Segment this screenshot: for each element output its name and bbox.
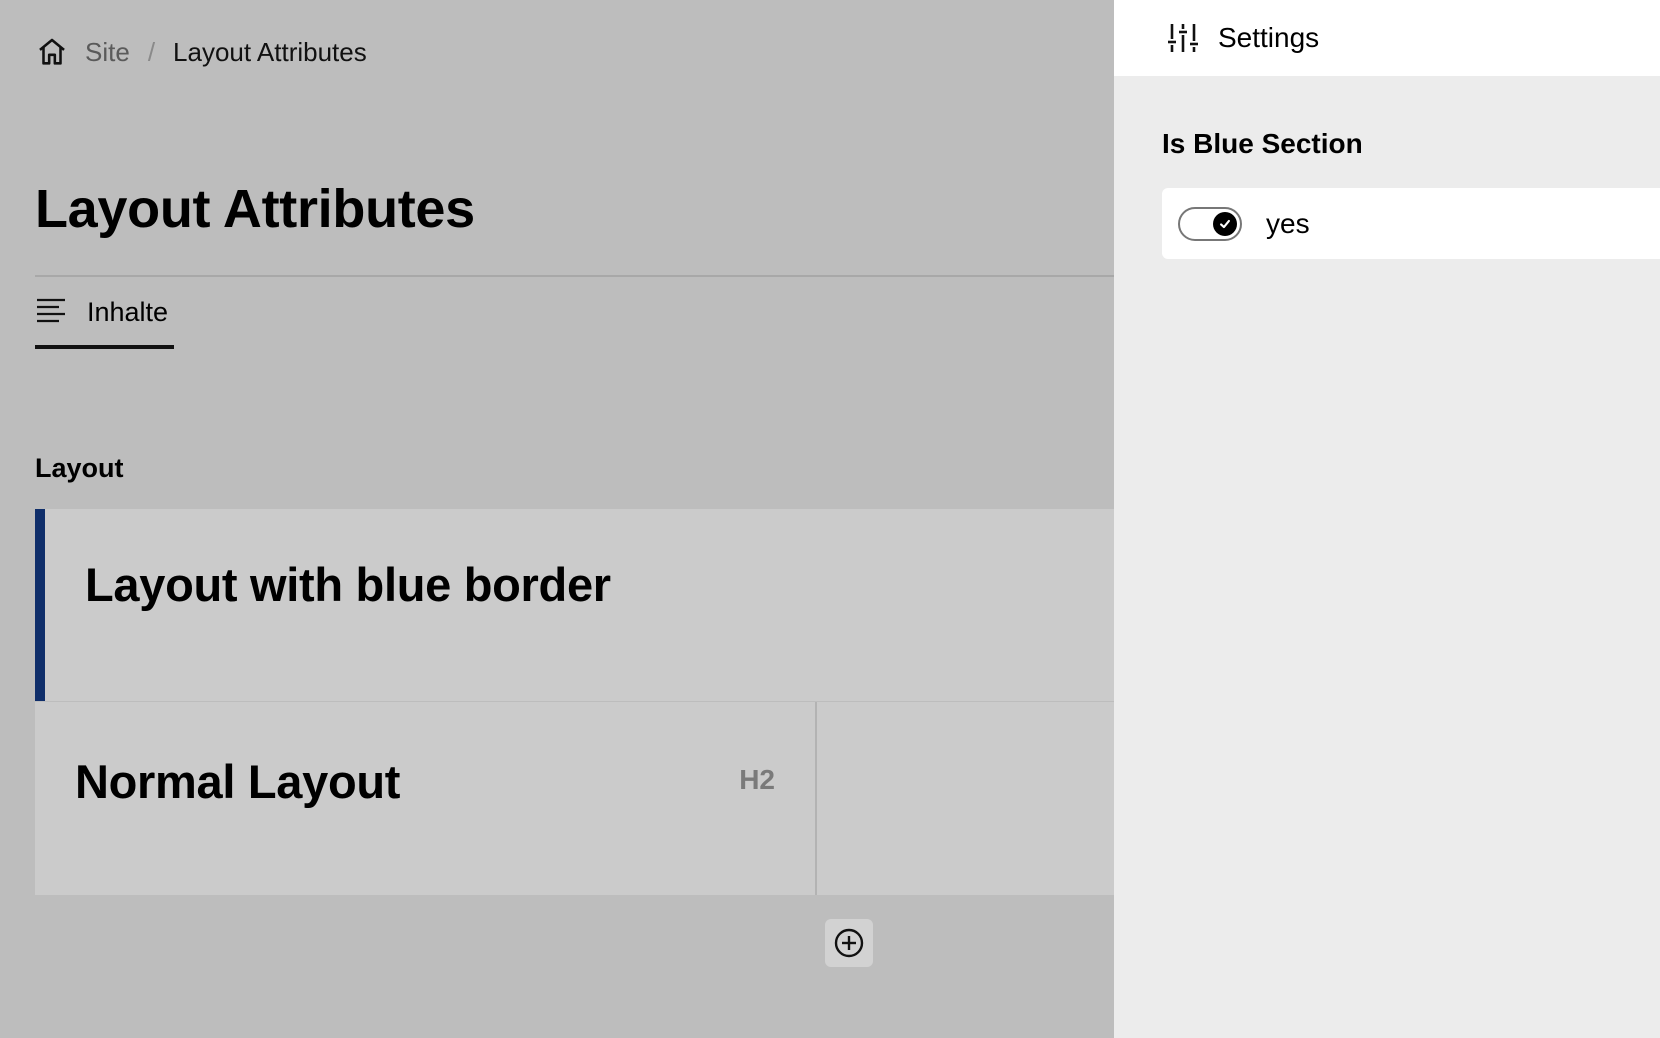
layout-blue-border[interactable]: Layout with blue border — [35, 509, 1114, 701]
breadcrumb: Site / Layout Attributes — [35, 30, 367, 74]
plus-circle-icon — [834, 928, 864, 958]
breadcrumb-separator: / — [147, 36, 156, 67]
add-layout-button[interactable] — [825, 919, 873, 967]
sliders-icon — [1166, 21, 1200, 55]
breadcrumb-site-link[interactable]: Site — [85, 37, 130, 68]
tab-inhalte[interactable]: Inhalte — [35, 292, 168, 350]
layout-heading[interactable]: Layout with blue border — [85, 557, 611, 612]
breadcrumb-current-page[interactable]: Layout Attributes — [173, 37, 367, 68]
text-lines-icon — [35, 295, 67, 327]
block-type-badge: H2 — [739, 764, 775, 795]
home-icon[interactable] — [35, 35, 69, 69]
main-panel: Site / Layout Attributes Layout Attribut… — [0, 0, 1114, 1038]
layout-section-label: Layout — [35, 453, 124, 483]
is-blue-section-toggle[interactable] — [1178, 206, 1242, 241]
layout-heading[interactable]: Normal Layout — [75, 754, 400, 809]
drawer-header: Settings — [1114, 0, 1660, 76]
drawer-title: Settings — [1218, 22, 1320, 53]
layout-column[interactable]: Normal Layout H2 — [35, 702, 817, 895]
layout-normal[interactable]: Normal Layout H2 — [35, 702, 1114, 895]
toggle-knob — [1213, 211, 1237, 236]
is-blue-section-field[interactable]: yes — [1162, 188, 1660, 259]
settings-drawer: Settings Is Blue Section yes — [1114, 0, 1660, 1038]
tabs-divider — [35, 275, 1114, 277]
toggle-value-text: yes — [1266, 207, 1310, 239]
check-icon — [1220, 219, 1230, 228]
active-tab-indicator — [35, 345, 174, 349]
is-blue-section-label: Is Blue Section — [1162, 128, 1363, 159]
layout-column-empty[interactable] — [817, 702, 1114, 895]
tab-label: Inhalte — [87, 297, 169, 327]
page-title: Layout Attributes — [35, 179, 475, 239]
